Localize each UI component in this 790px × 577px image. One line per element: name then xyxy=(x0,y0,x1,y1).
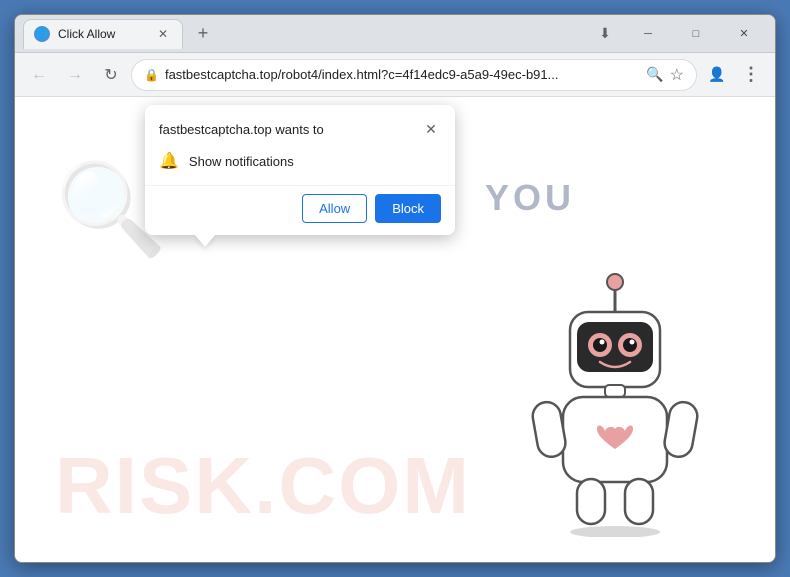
page-content: 🔍 RISK.COM YOU xyxy=(15,97,775,562)
robot-illustration xyxy=(515,257,715,542)
extensions-icon[interactable]: ⬇ xyxy=(589,18,621,50)
browser-window: 🌐 Click Allow ✕ + ⬇ ─ □ ✕ ← → ↻ 🔒 fastbe… xyxy=(14,14,776,563)
popup-buttons: Allow Block xyxy=(145,185,455,235)
notification-popup: fastbestcaptcha.top wants to ✕ 🔔 Show no… xyxy=(145,105,455,235)
bell-icon: 🔔 xyxy=(159,151,179,171)
address-text: fastbestcaptcha.top/robot4/index.html?c=… xyxy=(165,67,640,82)
popup-title: fastbestcaptcha.top wants to xyxy=(159,122,324,137)
profile-icon[interactable]: 👤 xyxy=(701,59,733,91)
minimize-button[interactable]: ─ xyxy=(625,18,671,50)
maximize-button[interactable]: □ xyxy=(673,18,719,50)
popup-close-button[interactable]: ✕ xyxy=(421,119,441,139)
toolbar-right: 👤 ⋮ xyxy=(701,59,767,91)
browser-tab[interactable]: 🌐 Click Allow ✕ xyxy=(23,19,183,49)
popup-notification-row: 🔔 Show notifications xyxy=(145,147,455,185)
tab-close-button[interactable]: ✕ xyxy=(154,25,172,43)
title-bar: 🌐 Click Allow ✕ + ⬇ ─ □ ✕ xyxy=(15,15,775,53)
forward-button[interactable]: → xyxy=(59,59,91,91)
popup-tail xyxy=(195,235,215,247)
title-bar-left: 🌐 Click Allow ✕ + xyxy=(23,19,585,49)
risk-watermark: RISK.COM xyxy=(55,440,471,532)
menu-icon[interactable]: ⋮ xyxy=(735,59,767,91)
address-bar[interactable]: 🔒 fastbestcaptcha.top/robot4/index.html?… xyxy=(131,59,697,91)
toolbar: ← → ↻ 🔒 fastbestcaptcha.top/robot4/index… xyxy=(15,53,775,97)
lock-icon: 🔒 xyxy=(144,68,159,82)
popup-header: fastbestcaptcha.top wants to ✕ xyxy=(145,105,455,147)
bookmark-icon[interactable]: ☆ xyxy=(670,65,684,85)
address-search-icon: 🔍 xyxy=(646,66,663,83)
new-tab-button[interactable]: + xyxy=(189,20,217,48)
refresh-button[interactable]: ↻ xyxy=(95,59,127,91)
block-button[interactable]: Block xyxy=(375,194,441,223)
allow-button[interactable]: Allow xyxy=(302,194,367,223)
notification-text: Show notifications xyxy=(189,154,294,169)
back-button[interactable]: ← xyxy=(23,59,55,91)
tab-title: Click Allow xyxy=(58,27,146,41)
tab-favicon: 🌐 xyxy=(34,26,50,42)
window-controls: ─ □ ✕ xyxy=(625,18,767,50)
close-button[interactable]: ✕ xyxy=(721,18,767,50)
you-text: YOU xyxy=(485,177,575,219)
